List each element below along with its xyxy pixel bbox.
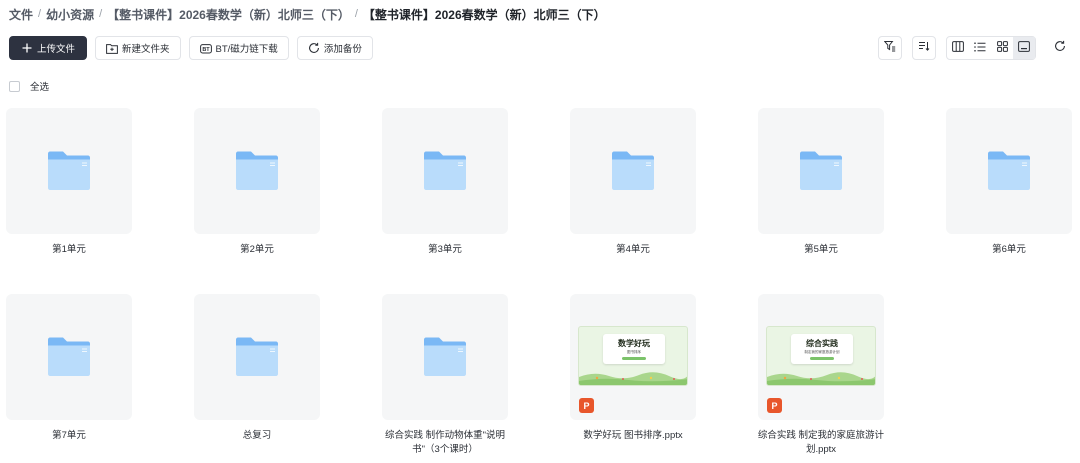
sort-icon <box>918 39 930 57</box>
view-list-button[interactable] <box>969 37 991 59</box>
file-name: 总复习 <box>242 430 272 441</box>
slide-subtitle: 制定我的家庭旅游计划 <box>804 350 840 354</box>
breadcrumb-item-files[interactable]: 文件 <box>9 6 33 23</box>
upload-button-label: 上传文件 <box>37 44 76 55</box>
list-view-icon <box>974 39 986 57</box>
breadcrumb-separator: / <box>99 8 103 20</box>
filter-icon <box>883 39 896 57</box>
sort-button[interactable] <box>912 36 936 60</box>
plus-icon <box>21 42 33 54</box>
pptx-thumbnail: 数学好玩 图书排序 P <box>570 294 696 420</box>
pptx-thumbnail: 综合实践 制定我的家庭旅游计划 P <box>758 294 884 420</box>
breadcrumb-item-current: 【整书课件】2026春数学（新）北师三（下） <box>362 7 606 22</box>
slide-button-shape <box>810 357 834 360</box>
slide-preview: 综合实践 制定我的家庭旅游计划 <box>766 326 876 386</box>
breadcrumb-separator: / <box>354 8 358 20</box>
file-name: 综合实践 制定我的家庭旅游计划.pptx <box>757 430 885 455</box>
columns-view-icon <box>952 39 964 57</box>
bt-download-button[interactable]: BT BT/磁力链下载 <box>188 36 289 60</box>
file-name: 综合实践 制作动物体重"说明书"（3个课时） <box>384 430 505 455</box>
slide-landscape-illustration <box>579 372 687 385</box>
slide-title-card: 数学好玩 图书排序 <box>603 334 665 364</box>
new-folder-button[interactable]: 新建文件夹 <box>95 36 181 60</box>
folder-icon <box>236 151 278 190</box>
folder-icon <box>48 151 90 190</box>
view-controls <box>878 36 1072 60</box>
folder-item[interactable]: 第4单元 <box>570 108 696 257</box>
slide-preview: 数学好玩 图书排序 <box>578 326 688 386</box>
select-all-label: 全选 <box>30 82 50 93</box>
view-columns-button[interactable] <box>947 37 969 59</box>
folder-thumbnail <box>6 108 132 234</box>
slide-title: 综合实践 <box>806 339 838 348</box>
folder-icon <box>236 337 278 376</box>
folder-item[interactable]: 第2单元 <box>194 108 320 257</box>
slide-subtitle: 图书排序 <box>627 350 641 354</box>
folder-thumbnail <box>194 108 320 234</box>
folder-item[interactable]: 第3单元 <box>382 108 508 257</box>
folder-icon <box>424 337 466 376</box>
breadcrumb-item-parent-folder[interactable]: 【整书课件】2026春数学（新）北师三（下） <box>107 6 350 23</box>
pptx-file-item[interactable]: 数学好玩 图书排序 P 数学好玩 图书排序.pptx <box>570 294 696 443</box>
backup-icon <box>308 42 320 54</box>
checkbox[interactable] <box>9 80 20 92</box>
bt-download-button-label: BT/磁力链下载 <box>215 44 278 55</box>
view-grid-button[interactable] <box>991 37 1013 59</box>
folder-item[interactable]: 第5单元 <box>758 108 884 257</box>
refresh-icon <box>1054 39 1066 57</box>
file-name: 第2单元 <box>240 244 274 255</box>
pptx-file-item[interactable]: 综合实践 制定我的家庭旅游计划 P 综合实践 制定我的家庭旅游计划.pptx <box>758 294 884 457</box>
folder-thumbnail <box>946 108 1072 234</box>
file-name: 第7单元 <box>52 430 86 441</box>
filter-button[interactable] <box>878 36 902 60</box>
slide-landscape-illustration <box>767 372 875 385</box>
file-name: 第3单元 <box>428 244 462 255</box>
grid-view-icon <box>996 39 1008 57</box>
magnet-icon: BT <box>199 42 212 54</box>
folder-item[interactable]: 总复习 <box>194 294 320 443</box>
slide-button-shape <box>622 357 646 360</box>
folder-thumbnail <box>570 108 696 234</box>
slide-title: 数学好玩 <box>618 339 650 348</box>
folder-icon <box>612 151 654 190</box>
folder-thumbnail <box>382 294 508 420</box>
file-name: 第5单元 <box>804 244 838 255</box>
folder-icon <box>800 151 842 190</box>
breadcrumb-item-kids-resources[interactable]: 幼小资源 <box>46 6 94 23</box>
powerpoint-icon: P <box>767 398 782 413</box>
slide-title-card: 综合实践 制定我的家庭旅游计划 <box>791 334 853 364</box>
breadcrumb: 文件 / 幼小资源 / 【整书课件】2026春数学（新）北师三（下） / 【整书… <box>9 5 606 23</box>
folder-icon <box>424 151 466 190</box>
new-folder-icon <box>106 42 118 54</box>
folder-item[interactable]: 第1单元 <box>6 108 132 257</box>
folder-thumbnail <box>382 108 508 234</box>
folder-icon <box>48 337 90 376</box>
folder-item[interactable]: 综合实践 制作动物体重"说明书"（3个课时） <box>382 294 508 457</box>
svg-text:BT: BT <box>202 47 210 53</box>
toolbar-actions: 上传文件 新建文件夹 BT BT/磁力链下载 添加备份 <box>9 36 373 60</box>
folder-icon <box>988 151 1030 190</box>
folder-thumbnail <box>758 108 884 234</box>
file-name: 第1单元 <box>52 244 86 255</box>
powerpoint-icon: P <box>579 398 594 413</box>
new-folder-button-label: 新建文件夹 <box>122 44 170 55</box>
thumbnail-view-icon <box>1018 39 1030 57</box>
add-backup-button-label: 添加备份 <box>323 44 362 55</box>
upload-button[interactable]: 上传文件 <box>9 36 88 60</box>
view-mode-switcher <box>946 36 1036 60</box>
breadcrumb-separator: / <box>38 8 42 20</box>
file-name: 第4单元 <box>616 244 650 255</box>
add-backup-button[interactable]: 添加备份 <box>296 36 373 60</box>
folder-thumbnail <box>6 294 132 420</box>
file-name: 数学好玩 图书排序.pptx <box>583 430 683 441</box>
refresh-button[interactable] <box>1048 36 1072 60</box>
folder-thumbnail <box>194 294 320 420</box>
folder-item[interactable]: 第7单元 <box>6 294 132 443</box>
select-all-checkbox[interactable]: 全选 <box>9 79 49 93</box>
file-name: 第6单元 <box>992 244 1026 255</box>
folder-item[interactable]: 第6单元 <box>946 108 1072 257</box>
view-thumbnail-button[interactable] <box>1013 37 1035 59</box>
